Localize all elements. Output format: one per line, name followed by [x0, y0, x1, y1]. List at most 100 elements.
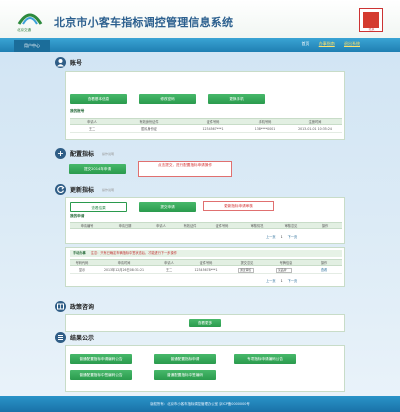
tasks-panel: 手动办事 注意：只有已确定车辆指标中签状态后，才能进行下一步操作 号码代码 申请… — [65, 247, 345, 287]
result-notice-button[interactable]: 专项指标申请编码公告 — [234, 354, 296, 364]
column-header: 操作 — [321, 224, 329, 228]
section-account: 账号 查看基本信息 修改密码 更换手机 我的账号 申请人 有效身份证件 证件号码… — [55, 57, 345, 140]
submit-application-button[interactable]: 提交2014年申请 — [69, 164, 126, 174]
section-title: 结果公示 — [70, 335, 95, 342]
table-row: 显示 2013年12月26日08:31:21 王二 12345678***1 通… — [70, 267, 342, 274]
site-footer: 版权所有：北京市小客车指标调控管理办公室 京ICP备0000000号 — [0, 396, 400, 412]
view-link[interactable]: 查看 — [306, 267, 342, 274]
next-page-link[interactable]: 下一页 — [288, 279, 298, 283]
update-hint-callout: 更新指标申请审核 — [203, 201, 274, 211]
emblem-seal: 北京 — [359, 8, 383, 32]
column-header: 手机号码 — [258, 120, 272, 124]
table-cell: 居民身份证 — [141, 127, 157, 131]
account-panel: 查看基本信息 修改密码 更换手机 我的账号 申请人 有效身份证件 证件号码 手机… — [65, 71, 345, 140]
nav-link-guide[interactable]: 办事指南 — [319, 41, 335, 46]
logo-icon — [17, 13, 43, 25]
column-header: 证件号码 — [206, 120, 220, 124]
result-notice-button[interactable]: 普通配置指标申请编码公告 — [70, 354, 132, 364]
column-header: 提交意见 — [240, 261, 254, 265]
column-header: 申请人 — [156, 224, 166, 228]
table-cell: 1234567***1 — [202, 127, 224, 131]
plate-select[interactable]: 某品牌 — [276, 268, 292, 273]
column-header: 证件号码 — [215, 224, 229, 228]
column-header: 审核情况 — [250, 224, 264, 228]
table-cell: 2013年12月26日08:31:21 — [103, 268, 145, 272]
policy-panel: 查看更多 — [65, 314, 345, 332]
results-panel: 普通配置指标申请编码公告 普通配置指标申请 专项指标申请编码公告 普通配置指标中… — [65, 345, 345, 392]
nav-link-home[interactable]: 首页 — [301, 41, 309, 46]
column-header: 申请人 — [87, 120, 97, 124]
site-title: 北京市小客车指标调控管理信息系统 — [54, 16, 234, 29]
view-info-button[interactable]: 查看基本信息 — [70, 94, 127, 104]
account-table-header: 申请人 有效身份证件 证件号码 手机号码 注册时间 — [70, 118, 342, 125]
nav-link-logout[interactable]: 退出系统 — [344, 41, 360, 46]
review-select[interactable]: 通过审核 — [238, 268, 254, 273]
section-manual-tasks: 手动办事 注意：只有已确定车辆指标中签状态后，才能进行下一步操作 号码代码 申请… — [55, 247, 345, 287]
logo-text: 北京交通 — [17, 28, 31, 32]
column-header: 有效身份证件 — [139, 120, 159, 124]
my-application-heading: 我的申请 — [70, 214, 85, 218]
help-link[interactable]: 操作说明 — [102, 152, 114, 156]
main-content: 账号 查看基本信息 修改密码 更换手机 我的账号 申请人 有效身份证件 证件号码… — [55, 57, 345, 393]
result-notice-button[interactable]: 普通配置指标申请 — [154, 354, 216, 364]
table-cell: 王二 — [88, 127, 96, 131]
table-cell: 12345678***1 — [194, 268, 218, 272]
section-title: 配置指标 — [70, 151, 95, 158]
table-cell: 王二 — [165, 268, 173, 272]
column-header: 审核意见 — [284, 224, 298, 228]
column-header: 操作 — [320, 261, 328, 265]
update-panel: 查看结果 提交申请 更新指标申请审核 我的申请 申请编号 申请日期 申请人 有效… — [65, 197, 345, 244]
column-header: 注册时间 — [308, 120, 322, 124]
column-header: 号码代码 — [75, 261, 89, 265]
refresh-icon — [55, 184, 66, 195]
change-phone-button[interactable]: 更换手机 — [208, 94, 265, 104]
help-link[interactable]: 操作说明 — [102, 188, 114, 192]
column-header: 申请人 — [164, 261, 174, 265]
footer-text: 版权所有：北京市小客车指标调控管理办公室 京ICP备0000000号 — [150, 402, 250, 406]
main-navbar: 用户中心 首页 办事指南 退出系统 — [0, 38, 400, 52]
table-cell: 显示 — [78, 268, 86, 272]
plus-icon: + — [55, 148, 66, 159]
list-icon — [55, 332, 66, 343]
column-header: 申请编号 — [80, 224, 94, 228]
view-result-button[interactable]: 查看结果 — [70, 202, 127, 212]
next-page-link[interactable]: 下一页 — [288, 235, 298, 239]
page-number[interactable]: 1 — [281, 235, 283, 239]
prev-page-link[interactable]: 上一页 — [266, 279, 276, 283]
column-header: 号牌信息 — [279, 261, 293, 265]
section-policy: 政策咨询 查看更多 — [55, 301, 345, 333]
table-cell: 138****0001 — [254, 127, 276, 131]
change-password-button[interactable]: 修改密码 — [139, 94, 196, 104]
user-icon — [55, 57, 66, 68]
column-header: 申请时间 — [117, 261, 131, 265]
tab-user-center[interactable]: 用户中心 — [14, 40, 50, 52]
my-account-heading: 我的账号 — [70, 109, 85, 113]
nav-links: 首页 办事指南 退出系统 — [293, 41, 360, 49]
section-title: 账号 — [70, 60, 83, 67]
update-apply-button[interactable]: 提交申请 — [139, 202, 196, 212]
section-title: 更新指标 — [70, 187, 95, 194]
column-header: 证件号码 — [199, 261, 213, 265]
column-header: 申请日期 — [118, 224, 132, 228]
application-table-header: 申请编号 申请日期 申请人 有效证件 证件号码 审核情况 审核意见 操作 — [70, 222, 342, 229]
section-title: 政策咨询 — [70, 304, 95, 311]
notice-text: 注意：只有已确定车辆指标中签状态后，才能进行下一步操作 — [90, 251, 177, 255]
submit-hint-callout: 点击提交，进行配置指标申请操作 — [138, 161, 232, 177]
table-row: 王二 居民身份证 1234567***1 138****0001 2013-01… — [70, 126, 342, 133]
book-icon — [55, 301, 66, 312]
prev-page-link[interactable]: 上一页 — [266, 235, 276, 239]
emblem-caption: 北京 — [368, 27, 375, 31]
result-notice-button[interactable]: 普通配置指标中签编码公告 — [70, 370, 132, 380]
page-number[interactable]: 1 — [281, 279, 283, 283]
view-more-button[interactable]: 查看更多 — [189, 319, 221, 327]
config-panel: 提交2014年申请 点击提交，进行配置指标申请操作 — [65, 161, 345, 181]
notice-bar: 手动办事 注意：只有已确定车辆指标中签状态后，才能进行下一步操作 — [70, 250, 342, 257]
section-update-quota: 更新指标 操作说明 查看结果 提交申请 更新指标申请审核 我的申请 申请编号 申… — [55, 184, 345, 244]
site-header: 北京交通 北京市小客车指标调控管理信息系统 北京 — [0, 0, 400, 38]
column-header: 有效证件 — [183, 224, 197, 228]
tasks-table-header: 号码代码 申请时间 申请人 证件号码 提交意见 号牌信息 操作 — [70, 259, 342, 266]
section-results: 结果公示 普通配置指标申请编码公告 普通配置指标申请 专项指标申请编码公告 普通… — [55, 332, 345, 392]
result-notice-button[interactable]: 普通配置指标中签编码 — [154, 370, 216, 380]
seal-icon — [363, 12, 379, 28]
section-config-quota: + 配置指标 操作说明 提交2014年申请 点击提交，进行配置指标申请操作 — [55, 148, 345, 180]
